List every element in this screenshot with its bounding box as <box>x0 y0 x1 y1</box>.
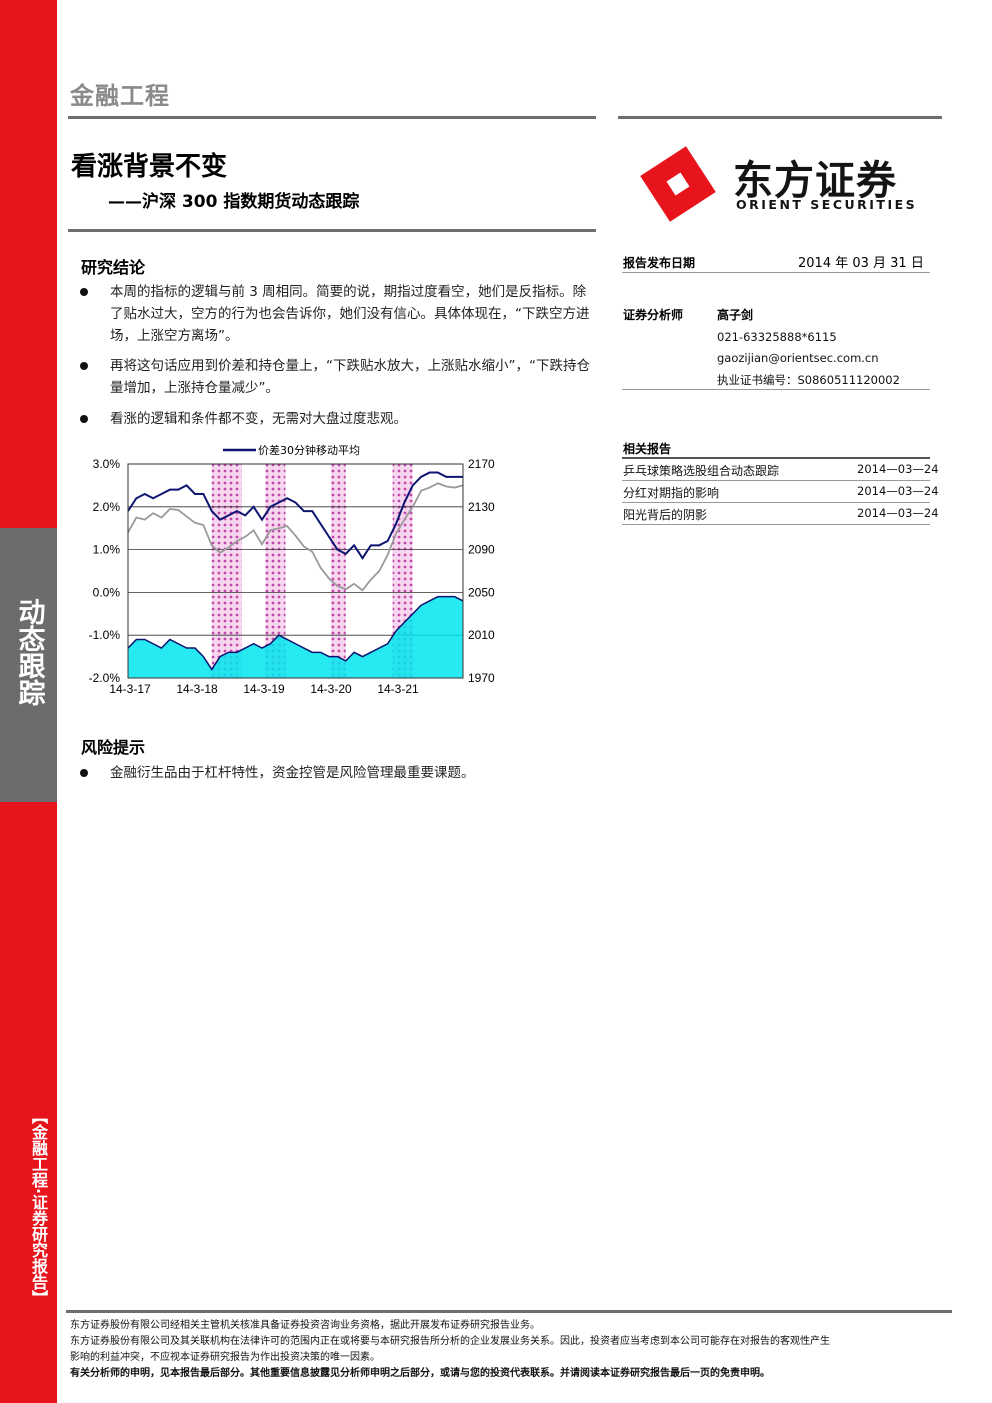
footer-rule <box>66 1310 952 1313</box>
sidebar-category-label: 【金融工程·证券研究报告】 <box>29 1108 48 1307</box>
title-rule <box>68 229 596 232</box>
conclusion-bullet-text: 看涨的逻辑和条件都不变，无需对大盘过度悲观。 <box>110 411 407 427</box>
orient-securities-logo-icon <box>640 146 716 222</box>
highlight-span <box>330 464 346 678</box>
related-row-rule <box>622 480 930 481</box>
x-tick-label: 14-3-20 <box>310 682 352 696</box>
related-row-rule <box>622 524 930 525</box>
y-left-tick-label: -1.0% <box>89 628 121 642</box>
related-rule <box>622 457 930 459</box>
y-left-tick-label: 3.0% <box>93 457 121 471</box>
footer-line: 东方证券股份有限公司及其关联机构在法律许可的范围内正在或将要与本研究报告所分析的… <box>70 1336 830 1347</box>
sidebar-red-band-bottom <box>0 802 57 1403</box>
conclusion-bullet-text: 再将这句话应用到价差和持仓量上，“下跌贴水放大，上涨贴水缩小”，“下跌持仓量增加… <box>110 358 590 396</box>
basis-chart: 3.0%2.0%1.0%0.0%-1.0%-2.0%21702130209020… <box>89 443 495 696</box>
report-subtitle: ——沪深 300 指数期货动态跟踪 <box>108 192 360 212</box>
footer-disclaimer: 有关分析师的申明，见本报告最后部分。其他重要信息披露见分析师申明之后部分，或请与… <box>70 1368 770 1379</box>
conclusion-bullet-text: 本周的指标的逻辑与前 3 周相同。简要的说，期指过度看空，她们是反指标。除了贴水… <box>110 284 590 344</box>
date-rule <box>622 272 930 273</box>
related-item-title[interactable]: 阳光背后的阴影 <box>623 506 707 523</box>
footer-line: 东方证券股份有限公司经相关主管机关核准具备证券投资咨询业务资格，据此开展发布证券… <box>70 1320 540 1331</box>
related-title: 相关报告 <box>623 442 672 456</box>
report-title: 看涨背景不变 <box>71 152 228 182</box>
report-category: 金融工程 <box>70 82 170 110</box>
y-right-tick-label: 2170 <box>468 457 495 471</box>
conclusion-bullet: 本周的指标的逻辑与前 3 周相同。简要的说，期指过度看空，她们是反指标。除了贴水… <box>80 281 590 347</box>
footer-line: 影响的利益冲突，不应视本证券研究报告为作出投资决策的唯一因素。 <box>70 1352 380 1363</box>
analyst-license: 执业证书编号：S0860511120002 <box>717 373 900 387</box>
risk-bullet: 金融衍生品由于杠杆特性，资金控管是风险管理最重要课题。 <box>80 762 590 784</box>
bullet-dot <box>80 288 88 296</box>
related-item-title[interactable]: 分红对期指的影响 <box>623 484 719 501</box>
related-item-title[interactable]: 乒乓球策略选股组合动态跟踪 <box>623 462 779 479</box>
y-left-tick-label: 1.0% <box>93 543 121 557</box>
bullet-dot <box>80 415 88 423</box>
related-item-date: 2014—03—24 <box>857 506 939 520</box>
conclusion-title: 研究结论 <box>81 258 146 277</box>
y-right-tick-label: 2010 <box>468 628 495 642</box>
y-left-tick-label: 2.0% <box>93 500 121 514</box>
analyst-name: 高子剑 <box>717 308 754 322</box>
analyst-label: 证券分析师 <box>623 308 684 322</box>
conclusion-bullet: 再将这句话应用到价差和持仓量上，“下跌贴水放大，上涨贴水缩小”，“下跌持仓量增加… <box>80 355 590 399</box>
x-tick-label: 14-3-18 <box>176 682 218 696</box>
risk-title: 风险提示 <box>81 738 146 757</box>
y-right-tick-label: 1970 <box>468 671 495 685</box>
risk-bullet-text: 金融衍生品由于杠杆特性，资金控管是风险管理最重要课题。 <box>110 765 475 781</box>
sidebar-tab-label: 动态跟踪 <box>13 598 45 706</box>
analyst-phone: 021-63325888*6115 <box>717 330 837 344</box>
related-item-date: 2014—03—24 <box>857 462 939 476</box>
x-tick-label: 14-3-19 <box>243 682 285 696</box>
logo-name-en: ORIENT SECURITIES <box>736 197 918 212</box>
x-tick-label: 14-3-21 <box>377 682 419 696</box>
x-tick-label: 14-3-17 <box>109 682 151 696</box>
conclusion-bullet: 看涨的逻辑和条件都不变，无需对大盘过度悲观。 <box>80 408 590 430</box>
y-right-tick-label: 2130 <box>468 500 495 514</box>
publish-date-value: 2014 年 03 月 31 日 <box>798 256 924 271</box>
y-left-tick-label: 0.0% <box>93 585 121 599</box>
analyst-email[interactable]: gaozijian@orientsec.com.cn <box>717 351 879 365</box>
analyst-rule <box>622 389 930 390</box>
sidebar-red-band-top <box>0 0 57 528</box>
highlight-span <box>211 464 242 678</box>
related-item-date: 2014—03—24 <box>857 484 939 498</box>
legend-label: 价差30分钟移动平均 <box>258 443 360 457</box>
related-row-rule <box>622 502 930 503</box>
publish-date-label: 报告发布日期 <box>623 256 696 270</box>
bullet-dot <box>80 769 88 777</box>
y-right-tick-label: 2090 <box>468 543 495 557</box>
header-rule-right <box>618 116 942 119</box>
y-right-tick-label: 2050 <box>468 585 495 599</box>
bullet-dot <box>80 362 88 370</box>
header-rule-left <box>68 116 596 119</box>
